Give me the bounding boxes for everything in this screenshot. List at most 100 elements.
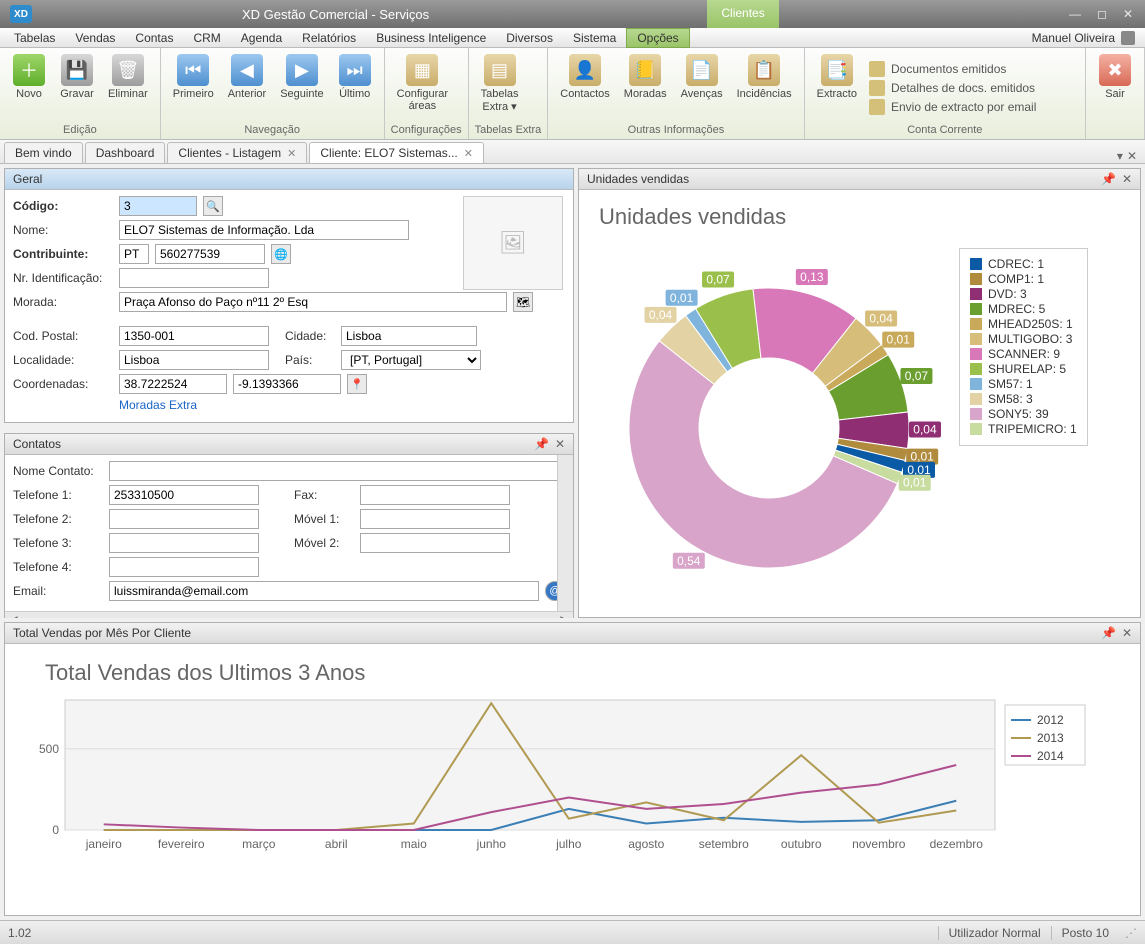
menu-crm[interactable]: CRM [183, 29, 230, 47]
pin-icon[interactable]: 📌 [534, 437, 549, 451]
envio-extracto-link[interactable]: Envio de extracto por email [869, 99, 1036, 115]
menu-contas[interactable]: Contas [125, 29, 183, 47]
ultimo-button[interactable]: ⏭Último [332, 52, 378, 123]
menu-agenda[interactable]: Agenda [231, 29, 292, 47]
donut-chart: 0,040,010,070,130,040,010,070,040,010,01… [579, 238, 959, 578]
codigo-field[interactable] [119, 196, 197, 216]
anterior-button[interactable]: ◀Anterior [222, 52, 273, 123]
svg-text:0: 0 [52, 823, 59, 837]
novo-button[interactable]: ＋Novo [6, 52, 52, 123]
menu-bi[interactable]: Business Inteligence [366, 29, 496, 47]
totalvendas-header: Total Vendas por Mês Por Cliente📌✕ [5, 623, 1140, 644]
pin-icon[interactable]: 📌 [1101, 626, 1116, 640]
close-icon[interactable]: ✕ [1122, 172, 1132, 186]
nomecontato-field[interactable] [109, 461, 565, 481]
close-icon[interactable]: ✕ [1119, 5, 1137, 23]
menu-opcoes[interactable]: Opções [626, 28, 689, 48]
menu-diversos[interactable]: Diversos [496, 29, 563, 47]
tel1-field[interactable] [109, 485, 259, 505]
mov2-field[interactable] [360, 533, 510, 553]
close-icon[interactable]: ✕ [555, 437, 565, 451]
pin-icon[interactable]: 📌 [1101, 172, 1116, 186]
title-bar: XD XD Gestão Comercial - Serviços Client… [0, 0, 1145, 28]
chevron-down-icon[interactable]: ▾ [1117, 149, 1123, 163]
map-pin-icon[interactable]: 📍 [347, 374, 367, 394]
maximize-icon[interactable]: ◻ [1093, 5, 1111, 23]
fax-field[interactable] [360, 485, 510, 505]
cidade-field[interactable] [341, 326, 477, 346]
tel4-field[interactable] [109, 557, 259, 577]
primeiro-button[interactable]: ⏮Primeiro [167, 52, 220, 123]
tab-dashboard[interactable]: Dashboard [85, 142, 166, 163]
cp-field[interactable] [119, 326, 269, 346]
nomecontato-label: Nome Contato: [13, 464, 103, 478]
resize-grip-icon[interactable]: ⋰ [1125, 926, 1137, 940]
menu-sistema[interactable]: Sistema [563, 29, 626, 47]
horizontal-scrollbar[interactable]: ◀▶ [5, 611, 573, 618]
codigo-label: Código: [13, 199, 113, 213]
save-icon: 💾 [61, 54, 93, 86]
search-icon[interactable]: 🔍 [203, 196, 223, 216]
configurar-areas-button[interactable]: ▦Configuraráreas [391, 52, 454, 123]
legend-item: TRIPEMICRO: 1 [970, 422, 1077, 436]
pais-select[interactable]: [PT, Portugal] [341, 350, 481, 370]
tab-cliente-detail[interactable]: Cliente: ELO7 Sistemas...✕ [309, 142, 484, 163]
documentos-emitidos-link[interactable]: Documentos emitidos [869, 61, 1036, 77]
local-field[interactable] [119, 350, 269, 370]
close-icon[interactable]: ✕ [287, 147, 296, 160]
gravar-button[interactable]: 💾Gravar [54, 52, 100, 123]
nome-field[interactable] [119, 220, 409, 240]
tab-bemvindo[interactable]: Bem vindo [4, 142, 83, 163]
contrib-field[interactable] [155, 244, 265, 264]
mov1-field[interactable] [360, 509, 510, 529]
legend-item: MULTIGOBO: 3 [970, 332, 1077, 346]
close-icon[interactable]: ✕ [1122, 626, 1132, 640]
menu-vendas[interactable]: Vendas [65, 29, 125, 47]
detalhes-docs-link[interactable]: Detalhes de docs. emitidos [869, 80, 1036, 96]
moradas-button[interactable]: 📒Moradas [618, 52, 673, 123]
email-label: Email: [13, 584, 103, 598]
extracto-button[interactable]: 📑Extracto [811, 52, 863, 123]
tel2-field[interactable] [109, 509, 259, 529]
tab-clientes-listagem[interactable]: Clientes - Listagem✕ [167, 142, 307, 163]
svg-text:fevereiro: fevereiro [158, 837, 205, 851]
contrib-prefix-field[interactable] [119, 244, 149, 264]
legend-swatch-icon [970, 258, 982, 270]
avencas-button[interactable]: 📄Avenças [675, 52, 729, 123]
sair-button[interactable]: ✖Sair [1092, 52, 1138, 123]
seguinte-button[interactable]: ▶Seguinte [274, 52, 329, 123]
user-icon[interactable] [1121, 31, 1135, 45]
image-placeholder[interactable]: 🖼 [463, 196, 563, 290]
layout-icon: ▦ [406, 54, 438, 86]
tabelas-extra-button[interactable]: ▤TabelasExtra ▾ [475, 52, 525, 123]
lat-field[interactable] [119, 374, 227, 394]
menu-relatorios[interactable]: Relatórios [292, 29, 366, 47]
close-icon[interactable]: ✕ [464, 147, 473, 160]
legend-item: DVD: 3 [970, 287, 1077, 301]
nrid-field[interactable] [119, 268, 269, 288]
svg-text:0,01: 0,01 [887, 333, 911, 347]
table-icon: ▤ [484, 54, 516, 86]
email-field[interactable] [109, 581, 539, 601]
legend-item: SM57: 1 [970, 377, 1077, 391]
subscriptions-icon: 📄 [686, 54, 718, 86]
morada-field[interactable] [119, 292, 507, 312]
incidencias-button[interactable]: 📋Incidências [731, 52, 798, 123]
eliminar-button[interactable]: 🗑Eliminar [102, 52, 154, 123]
lon-field[interactable] [233, 374, 341, 394]
context-tab-clientes[interactable]: Clientes [707, 0, 778, 28]
incidents-icon: 📋 [748, 54, 780, 86]
moradas-extra-link[interactable]: Moradas Extra [119, 398, 197, 412]
menu-tabelas[interactable]: Tabelas [4, 29, 65, 47]
vertical-scrollbar[interactable] [557, 455, 573, 611]
map-icon[interactable]: 🗺 [513, 292, 533, 312]
contactos-button[interactable]: 👤Contactos [554, 52, 616, 123]
status-bar: 1.02 Utilizador Normal Posto 10 ⋰ [0, 920, 1145, 944]
close-all-icon[interactable]: ✕ [1127, 149, 1137, 163]
legend-item: MHEAD250S: 1 [970, 317, 1077, 331]
tel3-field[interactable] [109, 533, 259, 553]
globe-icon[interactable]: 🌐 [271, 244, 291, 264]
minimize-icon[interactable]: — [1065, 5, 1085, 23]
document-tabs: Bem vindo Dashboard Clientes - Listagem✕… [0, 140, 1145, 164]
svg-text:abril: abril [325, 837, 348, 851]
